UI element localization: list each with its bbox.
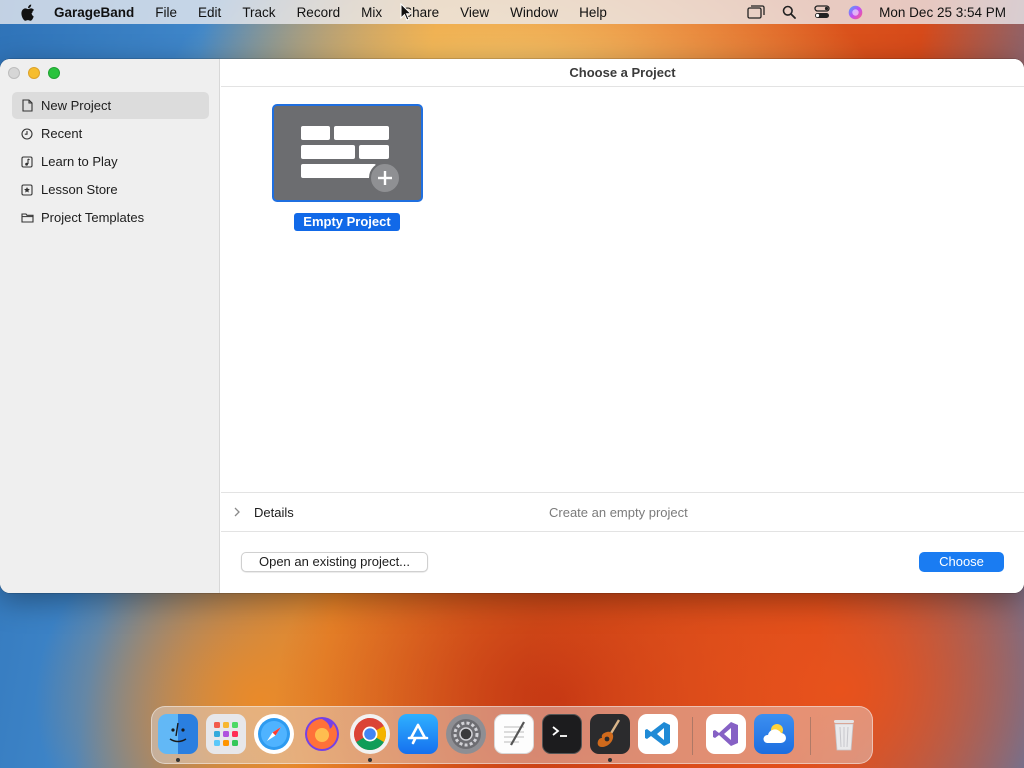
app-store-icon[interactable]: [398, 714, 438, 754]
minimize-window-button[interactable]: [28, 67, 40, 79]
running-indicator: [608, 758, 612, 762]
choose-project-window: New Project Recent Learn to Play Lesson …: [0, 59, 1024, 593]
sidebar-item-label: Project Templates: [41, 210, 145, 225]
textedit-icon[interactable]: [494, 714, 534, 754]
finder-icon[interactable]: [158, 714, 198, 754]
dock-separator: [810, 717, 811, 755]
spotlight-search-icon[interactable]: [779, 4, 799, 20]
empty-project-icon: [301, 126, 401, 194]
sidebar-item-learn-to-play[interactable]: Learn to Play: [12, 148, 209, 175]
star-icon: [20, 183, 34, 197]
running-indicator: [368, 758, 372, 762]
sidebar-item-recent[interactable]: Recent: [12, 120, 209, 147]
menu-bar: GarageBand File Edit Track Record Mix Sh…: [0, 0, 1024, 24]
menu-bar-clock[interactable]: Mon Dec 25 3:54 PM: [879, 5, 1006, 20]
sidebar-item-label: Learn to Play: [41, 154, 118, 169]
garageband-icon[interactable]: [590, 714, 630, 754]
choose-button[interactable]: Choose: [919, 552, 1004, 572]
control-center-icon[interactable]: [812, 4, 832, 20]
details-label: Details: [254, 504, 294, 520]
folder-icon: [20, 211, 34, 225]
details-description: Create an empty project: [549, 504, 688, 520]
apple-menu-icon[interactable]: [18, 3, 36, 21]
music-note-icon: [20, 155, 34, 169]
stage-manager-icon[interactable]: [746, 4, 766, 20]
trash-icon[interactable]: [824, 714, 864, 754]
dock-separator: [692, 717, 693, 755]
menu-track[interactable]: Track: [242, 5, 275, 20]
menu-mix[interactable]: Mix: [361, 5, 382, 20]
menu-file[interactable]: File: [155, 5, 177, 20]
sidebar-item-label: Lesson Store: [41, 182, 118, 197]
sidebar-item-lesson-store[interactable]: Lesson Store: [12, 176, 209, 203]
details-disclosure[interactable]: Details Create an empty project: [221, 492, 1024, 532]
sidebar-item-new-project[interactable]: New Project: [12, 92, 209, 119]
sidebar-item-label: New Project: [41, 98, 112, 113]
mouse-cursor-icon: [400, 3, 412, 21]
system-settings-icon[interactable]: [446, 714, 486, 754]
document-icon: [20, 99, 34, 113]
menu-window[interactable]: Window: [510, 5, 558, 20]
window-title: Choose a Project: [221, 59, 1024, 87]
chevron-right-icon[interactable]: [234, 507, 244, 517]
open-existing-project-button[interactable]: Open an existing project...: [241, 552, 428, 572]
launchpad-icon[interactable]: [206, 714, 246, 754]
firefox-icon[interactable]: [302, 714, 342, 754]
chrome-icon[interactable]: [350, 714, 390, 754]
safari-icon[interactable]: [254, 714, 294, 754]
dock: [151, 706, 873, 764]
menu-view[interactable]: View: [460, 5, 489, 20]
running-indicator: [176, 758, 180, 762]
main-panel: Choose a Project Empty Project Details C…: [221, 59, 1024, 593]
visual-studio-icon[interactable]: [706, 714, 746, 754]
terminal-icon[interactable]: [542, 714, 582, 754]
empty-project-label[interactable]: Empty Project: [294, 213, 400, 231]
menu-edit[interactable]: Edit: [198, 5, 221, 20]
menu-record[interactable]: Record: [297, 5, 341, 20]
sidebar: New Project Recent Learn to Play Lesson …: [0, 59, 220, 593]
zoom-window-button[interactable]: [48, 67, 60, 79]
close-window-button[interactable]: [8, 67, 20, 79]
app-name-menu[interactable]: GarageBand: [54, 5, 134, 20]
clock-icon: [20, 127, 34, 141]
sidebar-item-project-templates[interactable]: Project Templates: [12, 204, 209, 231]
empty-project-tile[interactable]: [272, 104, 423, 202]
sidebar-item-label: Recent: [41, 126, 83, 141]
visual-studio-code-icon[interactable]: [638, 714, 678, 754]
menu-help[interactable]: Help: [579, 5, 607, 20]
siri-icon[interactable]: [845, 4, 865, 20]
weather-icon[interactable]: [754, 714, 794, 754]
